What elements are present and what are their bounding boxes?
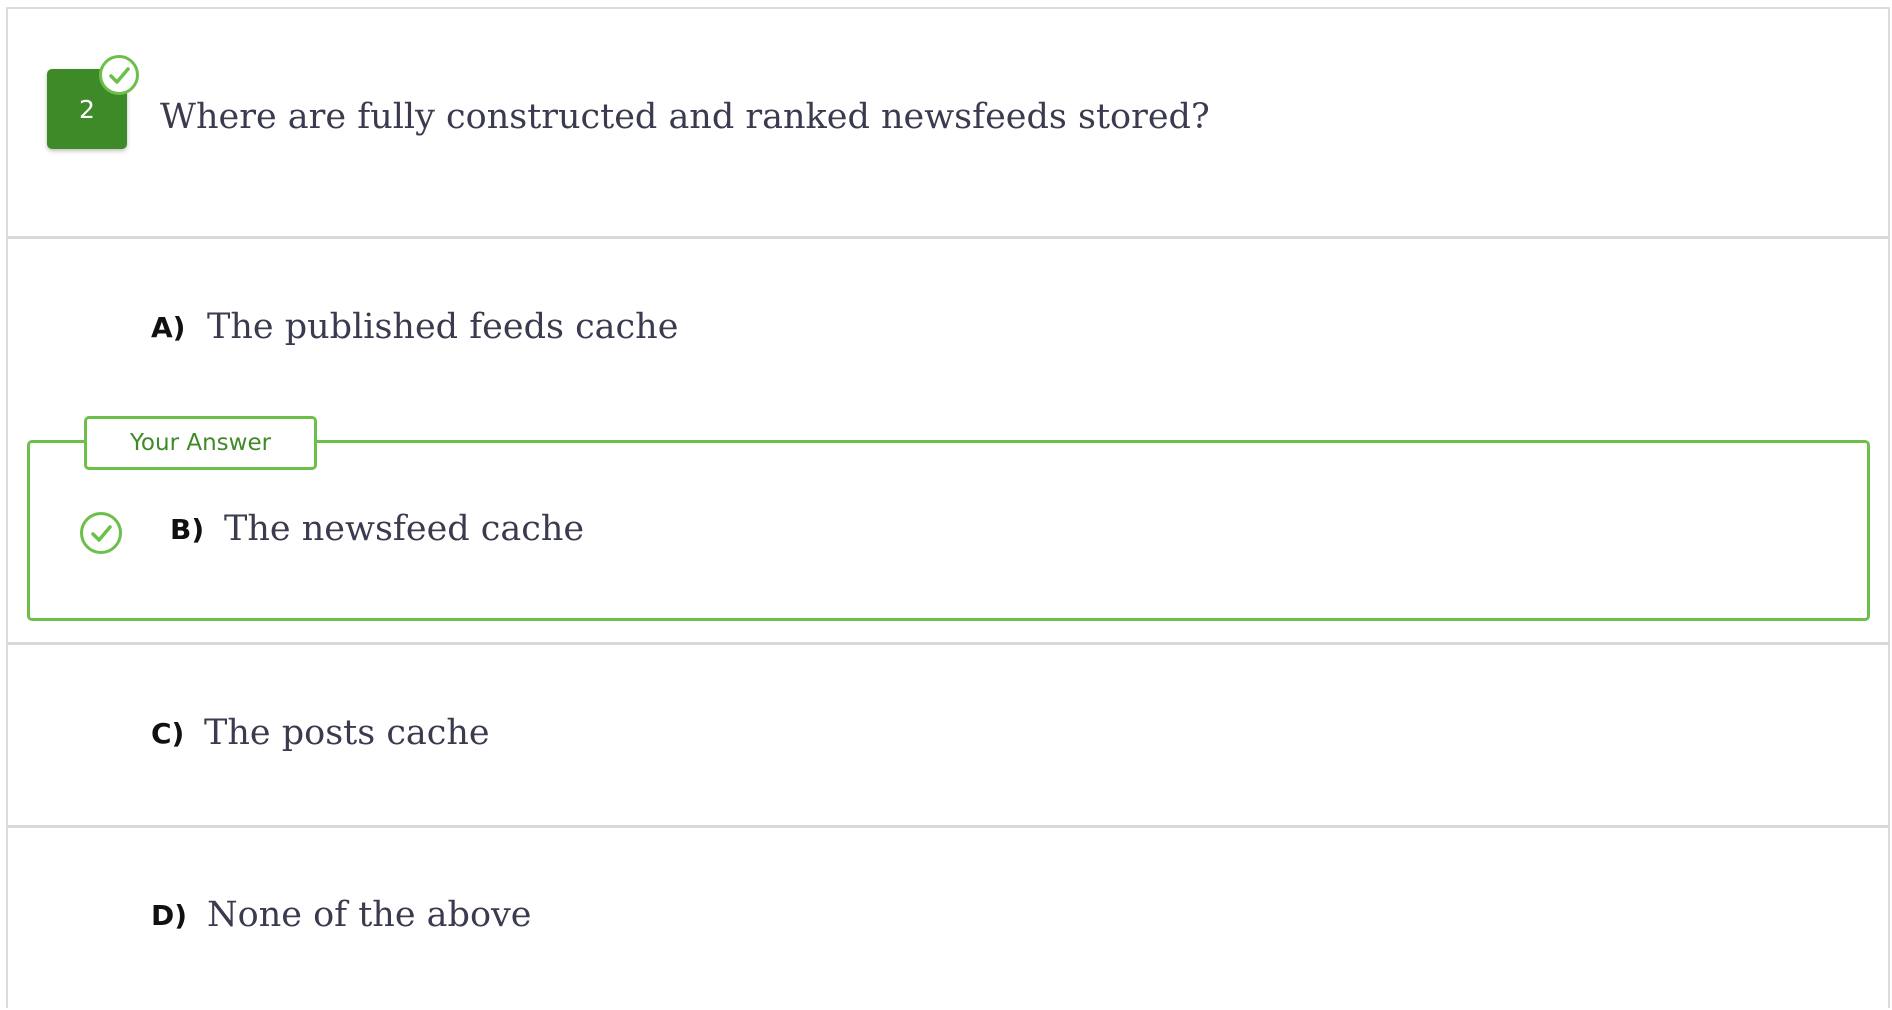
answer-check-icon xyxy=(80,512,122,554)
option-a-letter: A) xyxy=(151,311,186,344)
option-d-text: None of the above xyxy=(207,895,532,935)
question-text: Where are fully constructed and ranked n… xyxy=(160,97,1210,137)
question-number: 2 xyxy=(79,94,95,124)
option-d-letter: D) xyxy=(151,899,188,932)
option-a-text: The published feeds cache xyxy=(207,307,679,347)
divider xyxy=(8,825,1890,828)
option-c-letter: C) xyxy=(151,717,185,750)
option-b-text: The newsfeed cache xyxy=(224,509,585,549)
your-answer-tag: Your Answer xyxy=(84,416,317,470)
your-answer-label: Your Answer xyxy=(129,430,272,456)
divider xyxy=(8,642,1890,645)
option-b-letter: B) xyxy=(170,513,205,546)
divider xyxy=(8,236,1890,239)
question-correct-check-icon xyxy=(99,55,139,95)
option-c-text: The posts cache xyxy=(204,713,490,753)
